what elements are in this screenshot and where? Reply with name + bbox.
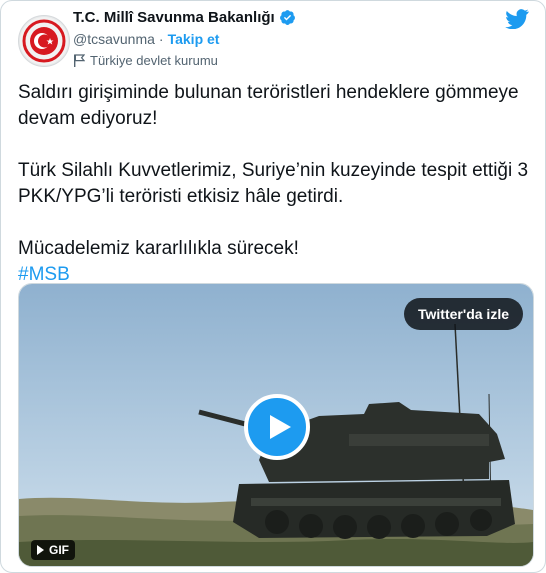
- tweet-header: T.C. Millî Savunma Bakanlığı @tcsavunma …: [73, 7, 296, 69]
- account-name[interactable]: T.C. Millî Savunma Bakanlığı: [73, 9, 275, 26]
- account-handle[interactable]: @tcsavunma: [73, 31, 155, 47]
- gif-badge[interactable]: GIF: [31, 540, 75, 560]
- video-player[interactable]: Twitter'da izle GIF: [18, 283, 534, 567]
- hashtag-link[interactable]: #MSB: [18, 264, 70, 285]
- play-button[interactable]: [244, 394, 310, 460]
- tweet-paragraph: Türk Silahlı Kuvvetlerimiz, Suriye’nin k…: [18, 160, 529, 207]
- tweet-text: Saldırı girişiminde bulunan teröristleri…: [18, 80, 533, 288]
- msb-emblem-icon: [20, 17, 68, 65]
- watch-on-twitter-button[interactable]: Twitter'da izle: [404, 298, 523, 330]
- avatar[interactable]: [18, 15, 70, 67]
- tweet-paragraph: Mücadelemiz kararlılıkla sürecek!: [18, 238, 299, 259]
- separator-dot: ·: [158, 31, 164, 47]
- play-small-icon: [37, 545, 44, 555]
- twitter-bird-icon[interactable]: [505, 9, 529, 29]
- play-icon: [270, 415, 291, 439]
- tweet-paragraph: Saldırı girişiminde bulunan teröristleri…: [18, 82, 519, 129]
- tweet-card: T.C. Millî Savunma Bakanlığı @tcsavunma …: [0, 0, 546, 573]
- verified-badge-icon: [279, 9, 295, 25]
- gif-label: GIF: [49, 543, 69, 557]
- account-label: Türkiye devlet kurumu: [90, 52, 218, 68]
- follow-button[interactable]: Takip et: [168, 31, 220, 47]
- flag-icon: [74, 53, 85, 67]
